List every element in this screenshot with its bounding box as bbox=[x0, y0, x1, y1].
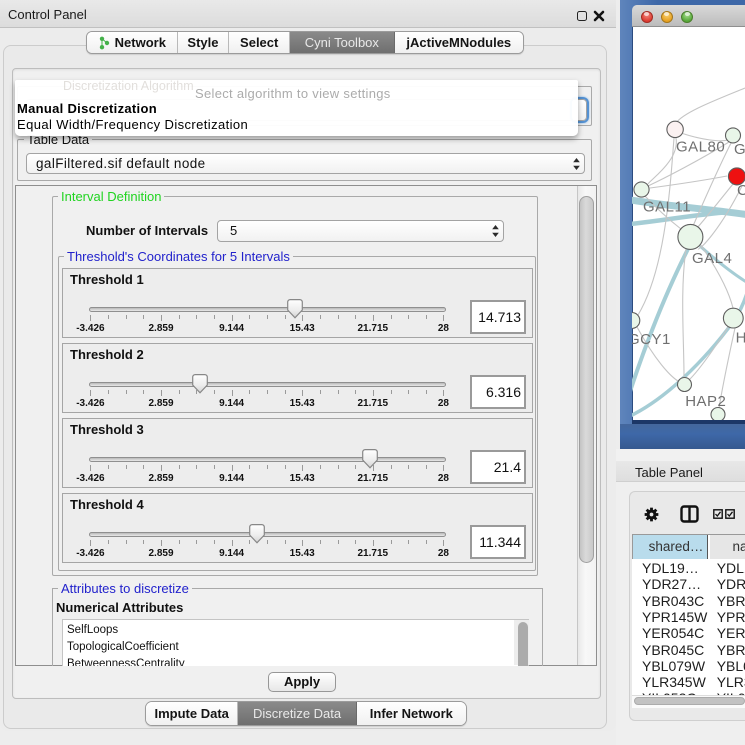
svg-text:HAP2: HAP2 bbox=[685, 393, 726, 410]
svg-text:H: H bbox=[736, 330, 745, 347]
svg-text:GA: GA bbox=[734, 141, 745, 158]
svg-text:C: C bbox=[737, 182, 745, 199]
svg-text:GAL80: GAL80 bbox=[676, 138, 725, 155]
svg-text:GAL11: GAL11 bbox=[643, 199, 691, 216]
svg-text:GCY1: GCY1 bbox=[632, 331, 671, 348]
svg-text:GAL4: GAL4 bbox=[692, 250, 732, 267]
